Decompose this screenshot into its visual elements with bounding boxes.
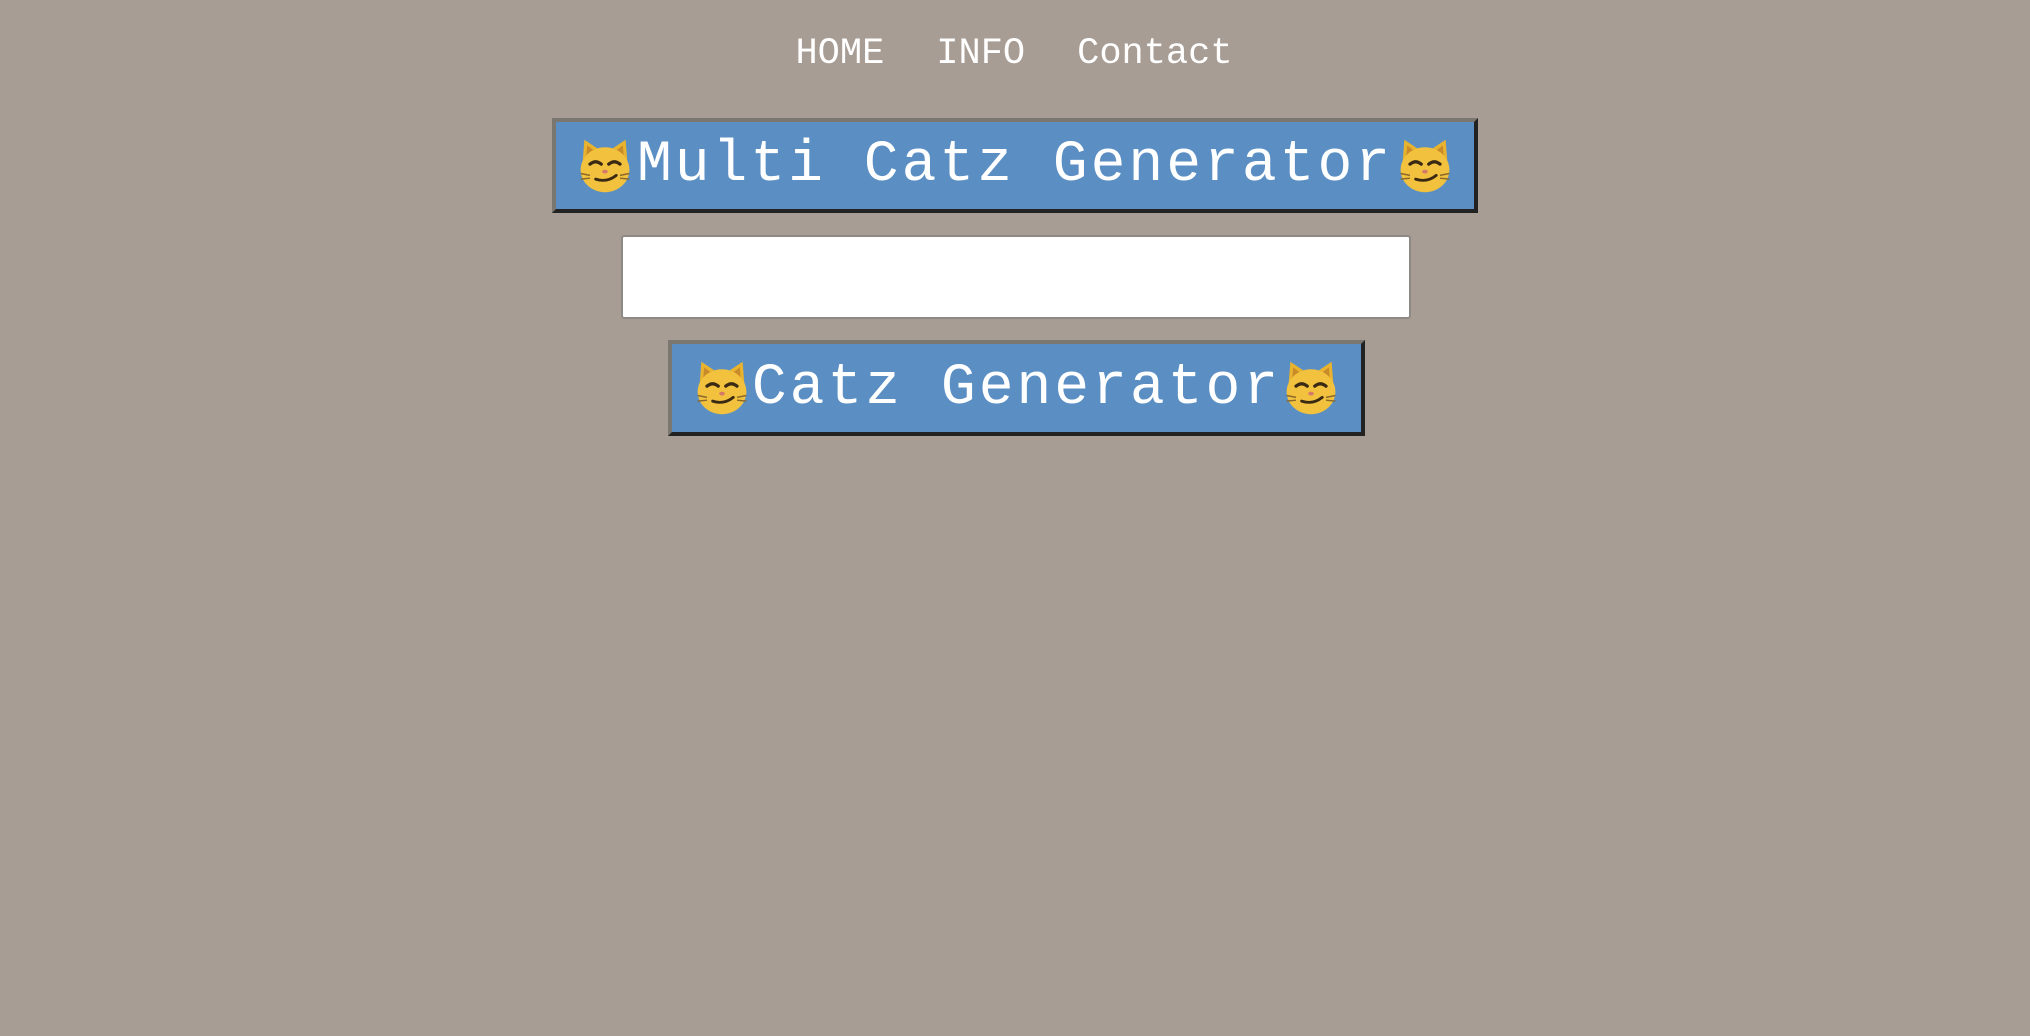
cat-count-input[interactable] — [621, 235, 1411, 319]
top-nav: HOME INFO Contact — [0, 32, 2030, 77]
nav-link-contact[interactable]: Contact — [1077, 32, 1232, 77]
smirking-cat-icon — [1286, 361, 1336, 415]
nav-link-home[interactable]: HOME — [795, 32, 884, 77]
smirking-cat-icon — [697, 361, 747, 415]
catz-generator-button-label: Catz Generator — [751, 355, 1282, 421]
title-banner: Multi Catz Generator — [552, 118, 1478, 213]
catz-generator-button[interactable]: Catz Generator — [668, 340, 1365, 436]
smirking-cat-icon — [1400, 139, 1450, 192]
nav-link-info[interactable]: INFO — [936, 32, 1025, 77]
page: HOME INFO Contact Multi Catz Generator C… — [0, 0, 2030, 1036]
page-title: Multi Catz Generator — [636, 133, 1394, 198]
smirking-cat-icon — [580, 139, 630, 192]
